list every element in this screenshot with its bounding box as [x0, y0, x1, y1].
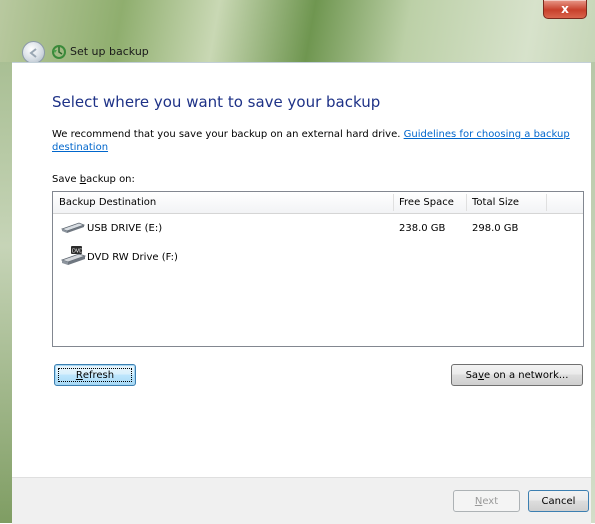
save-on-network-button[interactable]: Sa v e on a network...	[451, 364, 583, 386]
column-header-destination[interactable]: Backup Destination	[53, 192, 393, 213]
window-title: Set up backup	[70, 45, 149, 58]
footer-bar: Next Cancel	[12, 477, 591, 524]
column-header-total-size[interactable]: Total Size	[466, 192, 546, 213]
next-button[interactable]: Next	[453, 490, 520, 512]
network-label-prefix: Sa	[465, 369, 479, 381]
refresh-button[interactable]: Refresh	[54, 364, 136, 386]
network-label: e on a network...	[483, 369, 569, 381]
recommendation-sentence: We recommend that you save your backup o…	[52, 129, 401, 140]
next-label: ext	[482, 495, 499, 507]
close-button[interactable]: x	[543, 0, 587, 19]
save-label-suffix: ackup on:	[86, 174, 135, 185]
dvd-drive-icon: DVD	[61, 246, 87, 265]
next-accelerator: N	[474, 495, 483, 507]
list-row-usb-drive[interactable]: USB DRIVE (E:) 238.0 GB 298.0 GB	[53, 218, 583, 238]
row-free-space: 238.0 GB	[399, 223, 446, 234]
window-left-border	[0, 62, 12, 523]
cancel-label: Cancel	[541, 495, 576, 507]
window-right-border	[591, 62, 595, 523]
save-label-prefix: Save	[52, 174, 80, 185]
row-name: DVD RW Drive (F:)	[87, 252, 178, 263]
back-button[interactable]	[22, 41, 45, 64]
backup-icon	[52, 45, 66, 59]
content-panel: Select where you want to save your backu…	[12, 62, 591, 478]
backup-destination-list[interactable]: Backup Destination Free Space Total Size…	[52, 191, 584, 347]
save-backup-on-label: Save backup on:	[52, 174, 135, 185]
svg-text:DVD: DVD	[72, 249, 83, 255]
refresh-accelerator: R	[75, 369, 83, 381]
row-total-size: 298.0 GB	[472, 223, 519, 234]
close-icon: x	[561, 2, 569, 16]
column-divider[interactable]	[546, 194, 547, 211]
recommendation-text: We recommend that you save your backup o…	[52, 128, 582, 154]
list-header: Backup Destination Free Space Total Size	[53, 192, 583, 214]
list-row-dvd-drive[interactable]: DVD DVD RW Drive (F:)	[53, 244, 583, 270]
row-name: USB DRIVE (E:)	[87, 223, 163, 234]
refresh-label: efresh	[82, 369, 115, 381]
column-header-free-space[interactable]: Free Space	[393, 192, 466, 213]
back-arrow-icon	[28, 47, 37, 58]
page-title: Select where you want to save your backu…	[52, 93, 381, 111]
usb-drive-icon	[61, 222, 85, 233]
cancel-button[interactable]: Cancel	[528, 490, 589, 512]
